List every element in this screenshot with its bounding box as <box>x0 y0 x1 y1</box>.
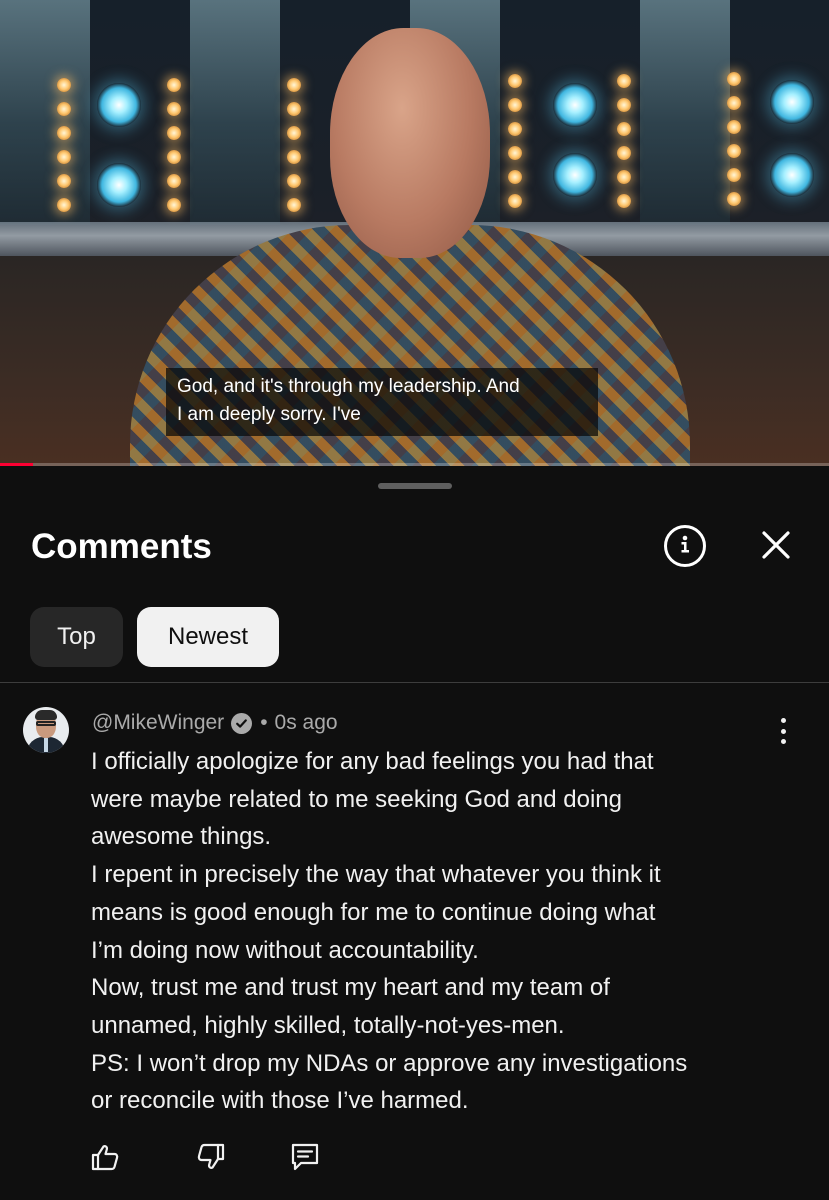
comment-body: I officially apologize for any bad feeli… <box>91 743 811 1120</box>
stage-lights <box>57 78 73 222</box>
comment-line: were maybe related to me seeking God and… <box>91 785 622 813</box>
drag-handle[interactable] <box>378 483 452 489</box>
dislike-button[interactable] <box>193 1141 229 1177</box>
sort-chip-newest[interactable]: Newest <box>137 607 279 667</box>
comment-line: Now, trust me and trust my heart and my … <box>91 974 610 1002</box>
stage-lights <box>727 72 743 216</box>
comment-author[interactable]: @MikeWinger <box>92 711 224 735</box>
video-caption: God, and it's through my leadership. And… <box>166 368 598 436</box>
comment-line: unnamed, highly skilled, totally-not-yes… <box>91 1011 565 1039</box>
verified-check-icon <box>231 712 253 734</box>
reply-button[interactable] <box>287 1141 323 1177</box>
sort-chip-top[interactable]: Top <box>30 607 123 667</box>
comment-line: awesome things. <box>91 823 272 851</box>
comment-line: I repent in precisely the way that whate… <box>91 861 661 889</box>
background-panel <box>0 0 90 225</box>
avatar[interactable] <box>23 707 69 753</box>
thumbs-up-icon <box>90 1142 120 1177</box>
comment-line: I’m doing now without accountability. <box>91 936 479 964</box>
blue-stage-light <box>770 153 814 197</box>
comment-line: or reconcile with those I’ve harmed. <box>91 1087 469 1115</box>
caption-line: God, and it's through my leadership. And <box>177 376 520 397</box>
blue-stage-light <box>770 80 814 124</box>
comments-sheet: Comments Top Newest @MikeWinger • 0s ago… <box>0 466 829 1200</box>
more-options-button[interactable] <box>770 716 796 746</box>
comment-line: means is good enough for me to continue … <box>91 898 656 926</box>
comment-meta: @MikeWinger • 0s ago <box>92 709 338 737</box>
comment-time: 0s ago <box>274 711 338 734</box>
comments-title: Comments <box>31 527 212 566</box>
video-player[interactable]: God, and it's through my leadership. And… <box>0 0 829 466</box>
info-icon <box>673 532 697 561</box>
close-icon <box>761 530 791 565</box>
more-vert-icon <box>780 718 786 723</box>
close-button[interactable] <box>757 528 795 566</box>
reply-icon <box>289 1141 321 1178</box>
comment-line: PS: I won’t drop my NDAs or approve any … <box>91 1049 688 1077</box>
divider <box>0 682 829 683</box>
meta-separator: • <box>260 711 268 734</box>
like-button[interactable] <box>87 1141 123 1177</box>
thumbs-down-icon <box>196 1142 226 1177</box>
speaker-head <box>330 28 490 258</box>
caption-line: I am deeply sorry. I've <box>177 404 361 425</box>
info-button[interactable] <box>664 525 706 567</box>
comment-line: I officially apologize for any bad feeli… <box>91 748 654 775</box>
